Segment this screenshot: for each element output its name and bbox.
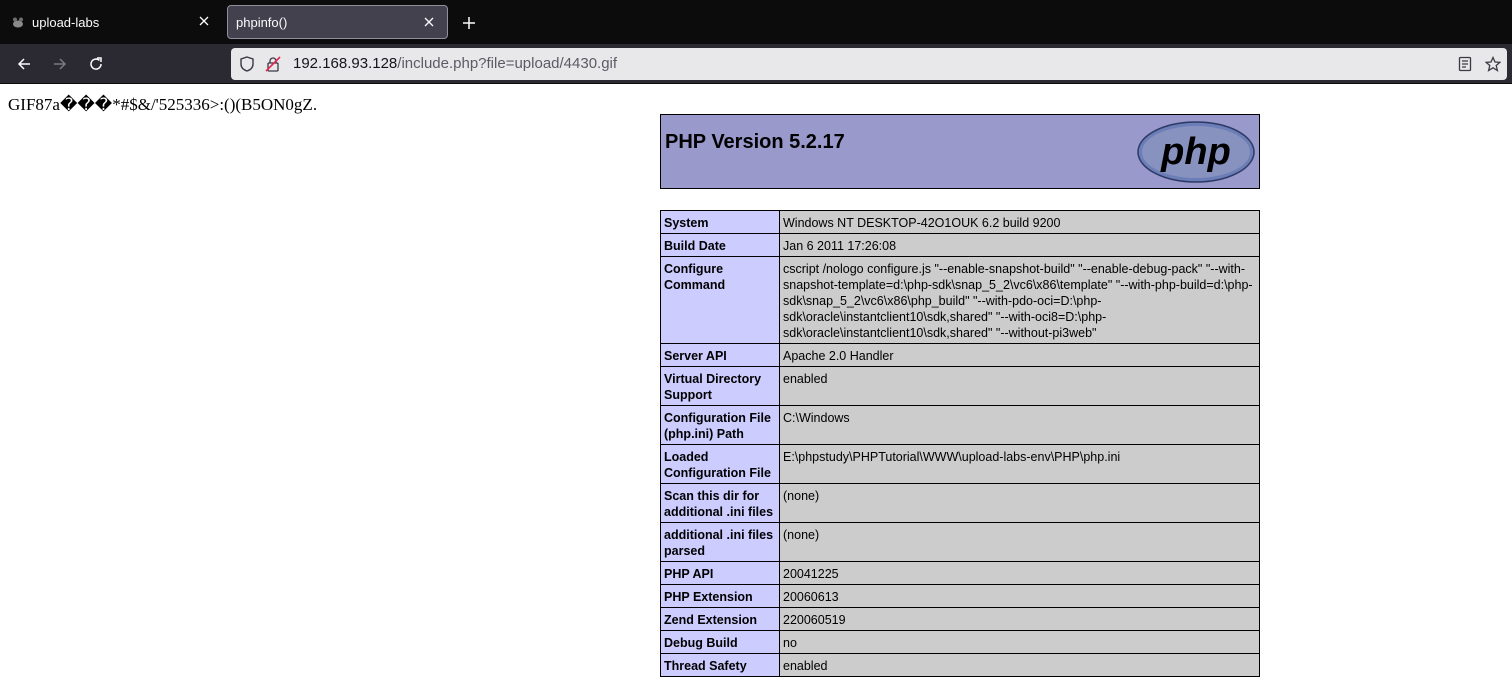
row-value: Apache 2.0 Handler [779, 343, 1260, 367]
table-row: Virtual Directory Support enabled [660, 366, 1260, 406]
php-logo-icon[interactable]: php [1136, 120, 1256, 184]
row-label: PHP API [660, 561, 780, 585]
insecure-lock-icon[interactable] [265, 56, 281, 72]
row-value: 220060519 [779, 607, 1260, 631]
row-label: Loaded Configuration File [660, 444, 780, 484]
php-version-title: PHP Version 5.2.17 [665, 131, 845, 153]
row-label: Build Date [660, 233, 780, 257]
tab-phpinfo[interactable]: phpinfo() [227, 5, 448, 39]
table-row: Zend Extension 220060519 [660, 607, 1260, 631]
row-label: additional .ini files parsed [660, 522, 780, 562]
row-value: (none) [779, 483, 1260, 523]
row-label: Thread Safety [660, 653, 780, 677]
row-value: 20060613 [779, 584, 1260, 608]
table-row: Scan this dir for additional .ini files … [660, 483, 1260, 523]
row-label: Scan this dir for additional .ini files [660, 483, 780, 523]
table-row: Build Date Jan 6 2011 17:26:08 [660, 233, 1260, 257]
row-label: Server API [660, 343, 780, 367]
tab-bar: upload-labs phpinfo() [0, 0, 1512, 44]
table-row: PHP Extension 20060613 [660, 584, 1260, 608]
navigation-toolbar: 192.168.93.128/include.php?file=upload/4… [0, 44, 1512, 84]
php-logo-text: php [1160, 131, 1231, 173]
reload-icon[interactable] [84, 53, 108, 75]
php-info-table: System Windows NT DESKTOP-42O1OUK 6.2 bu… [660, 210, 1260, 677]
tab-upload-labs[interactable]: upload-labs [0, 5, 222, 39]
gif-header-text: GIF87a���*#$&/'525336>:()(B5ON0gZ. [8, 95, 318, 114]
table-row: Thread Safety enabled [660, 653, 1260, 677]
row-value: E:\phpstudy\PHPTutorial\WWW\upload-labs-… [779, 444, 1260, 484]
table-row: Server API Apache 2.0 Handler [660, 343, 1260, 367]
row-label: Virtual Directory Support [660, 366, 780, 406]
tab-label: upload-labs [32, 14, 100, 30]
table-row: Loaded Configuration File E:\phpstudy\PH… [660, 444, 1260, 484]
row-value: no [779, 630, 1260, 654]
row-value: Jan 6 2011 17:26:08 [779, 233, 1260, 257]
back-icon[interactable] [12, 53, 36, 75]
table-row: PHP API 20041225 [660, 561, 1260, 585]
forward-icon[interactable] [48, 53, 72, 75]
php-version-header: PHP Version 5.2.17 php [660, 114, 1260, 189]
table-row: Configuration File (php.ini) Path C:\Win… [660, 405, 1260, 445]
row-label: System [660, 210, 780, 234]
table-row: additional .ini files parsed (none) [660, 522, 1260, 562]
row-value: enabled [779, 366, 1260, 406]
row-value: C:\Windows [779, 405, 1260, 445]
table-row: System Windows NT DESKTOP-42O1OUK 6.2 bu… [660, 210, 1260, 234]
bookmark-star-icon[interactable] [1485, 56, 1501, 72]
shield-icon[interactable] [239, 56, 255, 72]
tab-favicon-icon [10, 14, 26, 30]
url-path: /include.php?file=upload/4430.gif [397, 55, 618, 72]
row-value: enabled [779, 653, 1260, 677]
reader-view-icon[interactable] [1457, 56, 1473, 72]
row-label: Configuration File (php.ini) Path [660, 405, 780, 445]
row-label: Zend Extension [660, 607, 780, 631]
close-tab-icon[interactable] [421, 14, 437, 30]
row-label: PHP Extension [660, 584, 780, 608]
row-value: 20041225 [779, 561, 1260, 585]
new-tab-icon[interactable] [458, 12, 480, 34]
table-row: Configure Command cscript /nologo config… [660, 256, 1260, 344]
address-bar[interactable]: 192.168.93.128/include.php?file=upload/4… [231, 48, 1507, 80]
close-tab-icon[interactable] [196, 13, 212, 29]
row-value: cscript /nologo configure.js "--enable-s… [779, 256, 1260, 344]
row-label: Configure Command [660, 256, 780, 344]
url-text[interactable]: 192.168.93.128/include.php?file=upload/4… [293, 55, 617, 72]
row-value: (none) [779, 522, 1260, 562]
url-host: 192.168.93.128 [293, 55, 398, 72]
table-row: Debug Build no [660, 630, 1260, 654]
tab-label: phpinfo() [236, 14, 288, 30]
row-label: Debug Build [660, 630, 780, 654]
row-value: Windows NT DESKTOP-42O1OUK 6.2 build 920… [779, 210, 1260, 234]
